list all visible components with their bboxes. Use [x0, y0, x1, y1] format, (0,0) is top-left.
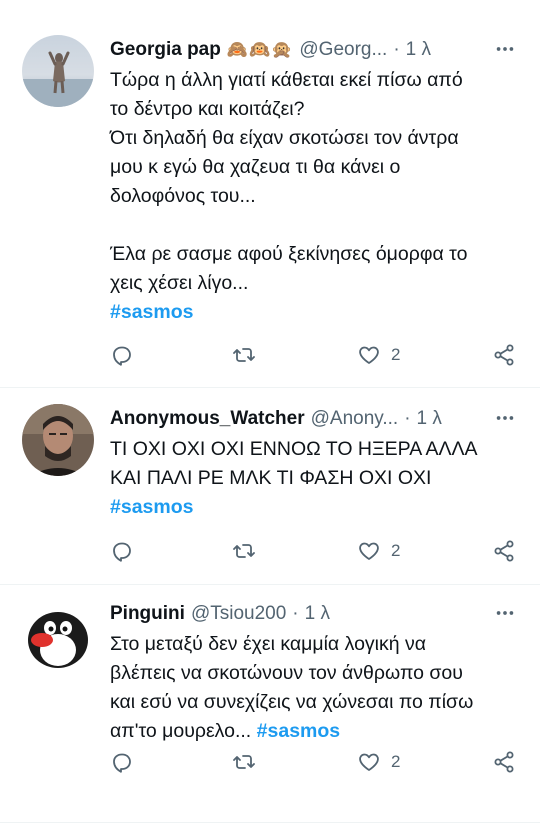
tweet-line: το δέντρο και κοιτάζει?: [110, 98, 305, 120]
share-icon: [494, 751, 514, 773]
author-handle[interactable]: @Georg...: [299, 39, 387, 61]
timestamp[interactable]: 1 λ: [406, 39, 431, 61]
reply-button[interactable]: [110, 343, 134, 367]
tweet-actions: 2: [0, 747, 540, 777]
tweet-line: χεις χέσει λίγο...: [110, 272, 249, 294]
retweet-icon: [233, 755, 255, 769]
tweet-blank-line: [110, 211, 516, 240]
tweet-line: απ'το μουρελο...: [110, 720, 252, 742]
author-name[interactable]: Anonymous_Watcher: [110, 408, 305, 430]
more-options-icon[interactable]: [494, 407, 516, 434]
author-name[interactable]: Pinguini: [110, 603, 185, 625]
tweet[interactable]: Anonymous_Watcher @Anony... · 1 λ ΤΙ ΟΧΙ…: [0, 388, 540, 585]
hashtag-link[interactable]: #sasmos: [110, 301, 193, 323]
reply-button[interactable]: [110, 750, 134, 774]
tweet-line: Στο μεταξύ δεν έχει καμμία λογική να: [110, 633, 427, 655]
retweet-icon: [233, 348, 255, 362]
tweet-line: μου κ εγώ θα χαζευα τι θα κάνει ο: [110, 156, 401, 178]
like-count: 2: [391, 345, 401, 364]
timestamp[interactable]: 1 λ: [417, 408, 442, 430]
author-name[interactable]: Georgia pap: [110, 39, 221, 61]
hashtag-link[interactable]: #sasmos: [110, 496, 193, 518]
hashtag-link[interactable]: #sasmos: [257, 720, 340, 742]
heart-icon: [359, 542, 379, 560]
reply-icon: [113, 346, 131, 366]
tweet-header: Georgia pap 🙈🙉🙊 @Georg... · 1 λ: [110, 36, 516, 64]
avatar[interactable]: [22, 404, 94, 476]
reply-icon: [113, 542, 131, 562]
tweet-header: Pinguini @Tsiou200 · 1 λ: [110, 600, 516, 628]
reply-button[interactable]: [110, 539, 134, 563]
share-button[interactable]: [492, 750, 516, 774]
tweet-line: βλέπεις να σκοτώνουν τον άνθρωπο σου: [110, 662, 463, 684]
like-button[interactable]: 2: [357, 539, 400, 563]
timestamp[interactable]: 1 λ: [305, 603, 330, 625]
tweet-line: Έλα ρε σασμε αφού ξεκίνησες όμορφα το: [110, 243, 468, 265]
separator-dot: ·: [393, 39, 400, 60]
author-handle[interactable]: @Tsiou200: [191, 603, 286, 625]
tweet-line: και εσύ να συνεχίζεις να χώνεσαι πο πίσω: [110, 691, 474, 713]
retweet-button[interactable]: [232, 539, 256, 563]
more-options-icon[interactable]: [494, 38, 516, 65]
tweet-actions: 2: [0, 340, 540, 370]
retweet-button[interactable]: [232, 750, 256, 774]
author-emojis: 🙈🙉🙊: [226, 40, 294, 59]
tweet-actions: 2: [0, 536, 540, 566]
share-icon: [494, 540, 514, 562]
tweet-line: ΚΑΙ ΠΑΛΙ ΡΕ ΜΛΚ ΤΙ ΦΑΣΗ ΟΧΙ ΟΧΙ: [110, 467, 432, 489]
tweet[interactable]: Georgia pap 🙈🙉🙊 @Georg... · 1 λ Τώρα η ά…: [0, 0, 540, 388]
separator-dot: ·: [292, 603, 299, 624]
tweet-line: δολοφόνος του...: [110, 185, 256, 207]
more-options-icon[interactable]: [494, 602, 516, 629]
retweet-icon: [233, 544, 255, 558]
retweet-button[interactable]: [232, 343, 256, 367]
avatar[interactable]: [22, 600, 94, 672]
tweet-text: Τώρα η άλλη γιατί κάθεται εκεί πίσω από …: [110, 66, 516, 327]
heart-icon: [359, 346, 379, 364]
tweet-line: Ότι δηλαδή θα είχαν σκοτώσει τον άντρα: [110, 127, 459, 149]
like-button[interactable]: 2: [357, 343, 400, 367]
avatar[interactable]: [22, 35, 94, 107]
tweet-line: Τώρα η άλλη γιατί κάθεται εκεί πίσω από: [110, 69, 463, 91]
tweet-line: ΤΙ ΟΧΙ ΟΧΙ ΟΧΙ ΕΝΝΟΩ ΤΟ ΗΞΕΡΑ ΑΛΛΑ: [110, 438, 478, 460]
like-count: 2: [391, 752, 401, 771]
author-handle[interactable]: @Anony...: [311, 408, 399, 430]
share-button[interactable]: [492, 539, 516, 563]
separator-dot: ·: [404, 408, 411, 429]
heart-icon: [359, 753, 379, 771]
tweet-text: Στο μεταξύ δεν έχει καμμία λογική να βλέ…: [110, 630, 516, 746]
reply-icon: [113, 753, 131, 773]
like-count: 2: [391, 541, 401, 560]
like-button[interactable]: 2: [357, 750, 400, 774]
share-icon: [494, 344, 514, 366]
tweet-header: Anonymous_Watcher @Anony... · 1 λ: [110, 405, 516, 433]
tweet-text: ΤΙ ΟΧΙ ΟΧΙ ΟΧΙ ΕΝΝΟΩ ΤΟ ΗΞΕΡΑ ΑΛΛΑ ΚΑΙ Π…: [110, 435, 516, 522]
tweet[interactable]: Pinguini @Tsiou200 · 1 λ Στο μεταξύ δεν …: [0, 585, 540, 823]
share-button[interactable]: [492, 343, 516, 367]
